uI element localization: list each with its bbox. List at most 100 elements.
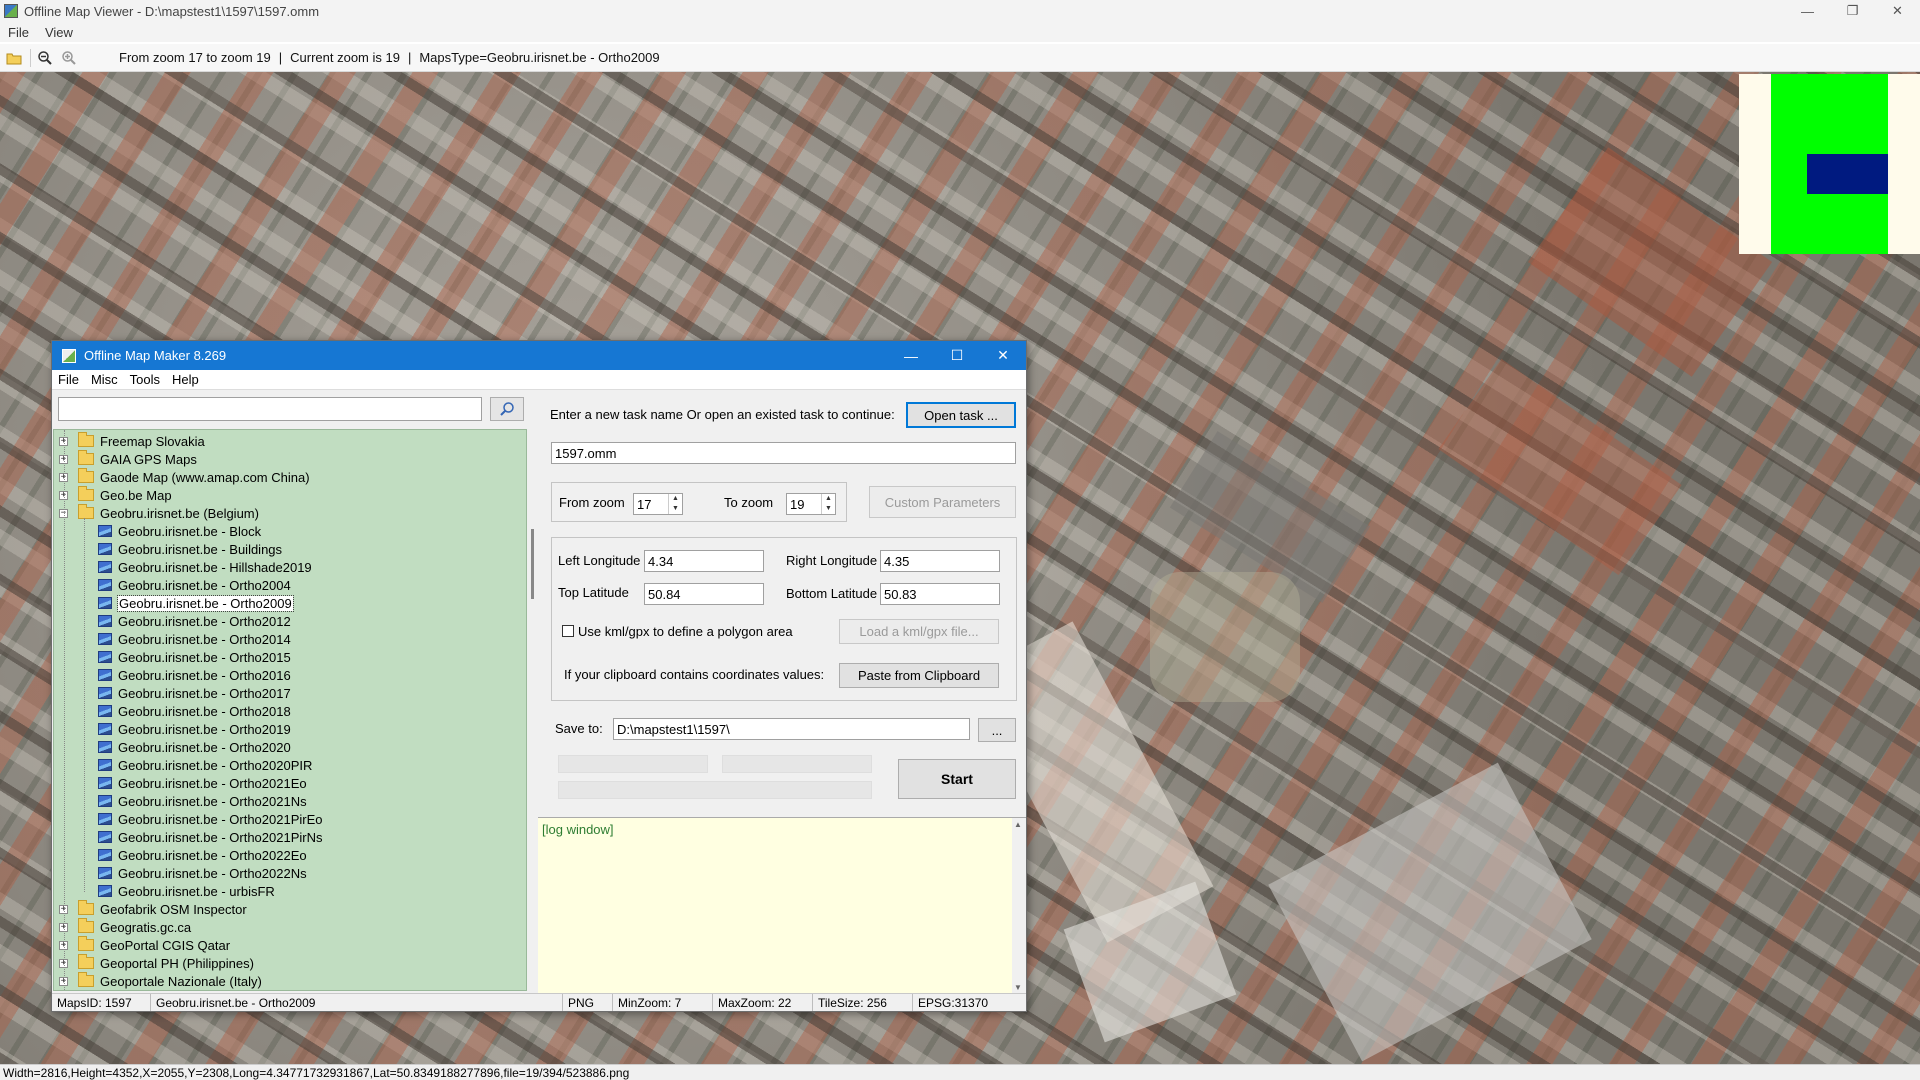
tree-map-item[interactable]: Geobru.irisnet.be - Ortho2009	[98, 594, 294, 612]
open-task-button[interactable]: Open task ...	[906, 402, 1016, 428]
minimize-icon[interactable]: —	[888, 341, 934, 370]
scrollbar-thumb[interactable]	[531, 529, 534, 599]
dialog-title-bar[interactable]: Offline Map Maker 8.269 — ☐ ✕	[52, 341, 1026, 370]
menu-help[interactable]: Help	[166, 372, 205, 387]
tree-folder-item[interactable]: + Geofabrik OSM Inspector	[59, 900, 247, 918]
tree-folder-item[interactable]: + Geo.be Map	[59, 486, 172, 504]
map-source-icon	[98, 885, 112, 897]
app-icon	[4, 4, 18, 18]
tree-connector-line	[64, 430, 65, 990]
folder-icon	[78, 450, 94, 465]
dialog-menu-bar: File Misc Tools Help	[52, 370, 1026, 390]
map-source-icon	[98, 867, 112, 879]
tree-folder-item[interactable]: + Freemap Slovakia	[59, 432, 205, 450]
close-icon[interactable]: ✕	[980, 341, 1026, 370]
zoom-in-icon[interactable]	[59, 48, 79, 68]
menu-tools[interactable]: Tools	[124, 372, 166, 387]
tree-map-item[interactable]: Geobru.irisnet.be - Ortho2004	[98, 576, 291, 594]
load-kml-button[interactable]: Load a kml/gpx file...	[839, 619, 999, 644]
search-input[interactable]	[58, 397, 482, 421]
paste-clipboard-button[interactable]: Paste from Clipboard	[839, 663, 999, 688]
to-zoom-value[interactable]	[787, 494, 821, 514]
map-source-icon	[98, 777, 112, 789]
zoom-out-icon[interactable]	[35, 48, 55, 68]
zoom-range-text: From zoom 17 to zoom 19	[119, 50, 271, 65]
top-latitude-input[interactable]	[644, 583, 764, 605]
log-scrollbar[interactable]: ▲ ▼	[1012, 818, 1026, 994]
map-source-icon	[98, 759, 112, 771]
to-zoom-stepper[interactable]: ▲▼	[786, 493, 836, 515]
from-zoom-value[interactable]	[634, 494, 668, 514]
tree-map-item[interactable]: Geobru.irisnet.be - Ortho2019	[98, 720, 291, 738]
scroll-down-icon[interactable]: ▼	[1014, 983, 1022, 992]
minimap-viewport-indicator[interactable]	[1807, 154, 1888, 194]
tree-map-item[interactable]: Geobru.irisnet.be - Ortho2021Eo	[98, 774, 307, 792]
tree-map-item[interactable]: Geobru.irisnet.be - Ortho2020	[98, 738, 291, 756]
right-longitude-input[interactable]	[880, 550, 1000, 572]
tree-folder-item[interactable]: + Geoportale Nazionale (Italy)	[59, 972, 262, 990]
tree-map-item[interactable]: Geobru.irisnet.be - Ortho2012	[98, 612, 291, 630]
status-maps-id: MapsID: 1597	[52, 994, 151, 1011]
tree-item-label: Gaode Map (www.amap.com China)	[100, 469, 310, 485]
tree-map-item[interactable]: Geobru.irisnet.be - urbisFR	[98, 882, 275, 900]
tree-item-label: Geogratis.gc.ca	[100, 919, 192, 935]
start-button[interactable]: Start	[898, 759, 1016, 799]
map-source-tree[interactable]: + Freemap Slovakia + GAIA GPS Maps + Gaode Ma…	[53, 429, 527, 991]
search-icon	[500, 402, 514, 416]
bottom-latitude-input[interactable]	[880, 583, 1000, 605]
menu-misc[interactable]: Misc	[85, 372, 124, 387]
task-name-input[interactable]	[551, 442, 1016, 464]
folder-icon	[78, 954, 94, 969]
status-map-name: Geobru.irisnet.be - Ortho2009	[151, 994, 563, 1011]
tree-folder-item[interactable]: − Geobru.irisnet.be (Belgium)	[59, 504, 259, 522]
kml-polygon-checkbox[interactable]	[562, 625, 574, 637]
menu-file[interactable]: File	[52, 372, 85, 387]
custom-parameters-button[interactable]: Custom Parameters	[869, 486, 1016, 518]
tree-map-item[interactable]: Geobru.irisnet.be - Ortho2021PirEo	[98, 810, 323, 828]
tree-map-item[interactable]: Geobru.irisnet.be - Ortho2022Ns	[98, 864, 307, 882]
clipboard-hint-label: If your clipboard contains coordinates v…	[564, 667, 825, 682]
restore-icon[interactable]: ❐	[1830, 0, 1875, 22]
tree-map-item[interactable]: Geobru.irisnet.be - Ortho2015	[98, 648, 291, 666]
menu-file[interactable]: File	[0, 25, 37, 40]
tree-map-item[interactable]: Geobru.irisnet.be - Ortho2022Eo	[98, 846, 307, 864]
map-source-icon	[98, 831, 112, 843]
tree-item-label: Geobru.irisnet.be - Ortho2004	[118, 577, 291, 593]
left-longitude-input[interactable]	[644, 550, 764, 572]
tree-map-item[interactable]: Geobru.irisnet.be - Hillshade2019	[98, 558, 312, 576]
save-path-input[interactable]	[613, 718, 970, 740]
spin-up-icon[interactable]: ▲	[822, 494, 835, 504]
minimize-icon[interactable]: —	[1785, 0, 1830, 22]
tree-map-item[interactable]: Geobru.irisnet.be - Ortho2016	[98, 666, 291, 684]
browse-folder-button[interactable]: ...	[978, 718, 1016, 742]
tree-folder-item[interactable]: + GAIA GPS Maps	[59, 450, 197, 468]
tree-folder-item[interactable]: + Geogratis.gc.ca	[59, 918, 191, 936]
tree-map-item[interactable]: Geobru.irisnet.be - Ortho2018	[98, 702, 291, 720]
open-folder-icon[interactable]	[4, 48, 24, 68]
log-window[interactable]: [log window] ▲ ▼	[538, 817, 1026, 994]
map-source-icon	[98, 705, 112, 717]
maximize-icon[interactable]: ☐	[934, 341, 980, 370]
from-zoom-stepper[interactable]: ▲▼	[633, 493, 683, 515]
spin-down-icon[interactable]: ▼	[669, 504, 682, 514]
tree-map-item[interactable]: Geobru.irisnet.be - Ortho2021Ns	[98, 792, 307, 810]
tree-map-item[interactable]: Geobru.irisnet.be - Block	[98, 522, 261, 540]
tree-map-item[interactable]: Geobru.irisnet.be - Buildings	[98, 540, 282, 558]
bottom-latitude-label: Bottom Latitude	[786, 586, 878, 601]
tree-folder-item[interactable]: + Geoportal PH (Philippines)	[59, 954, 254, 972]
scroll-up-icon[interactable]: ▲	[1014, 820, 1022, 829]
search-button[interactable]	[490, 397, 524, 421]
tree-map-item[interactable]: Geobru.irisnet.be - Ortho2021PirNs	[98, 828, 322, 846]
close-icon[interactable]: ✕	[1875, 0, 1920, 22]
tree-folder-item[interactable]: + GeoPortal CGIS Qatar	[59, 936, 230, 954]
menu-view[interactable]: View	[37, 25, 81, 40]
tree-map-item[interactable]: Geobru.irisnet.be - Ortho2020PIR	[98, 756, 312, 774]
spin-down-icon[interactable]: ▼	[822, 504, 835, 514]
tree-map-item[interactable]: Geobru.irisnet.be - Ortho2014	[98, 630, 291, 648]
overview-minimap[interactable]	[1739, 74, 1920, 254]
spin-up-icon[interactable]: ▲	[669, 494, 682, 504]
map-source-icon	[98, 669, 112, 681]
tree-item-label: Geobru.irisnet.be - Ortho2021PirEo	[118, 811, 323, 827]
tree-map-item[interactable]: Geobru.irisnet.be - Ortho2017	[98, 684, 291, 702]
tree-folder-item[interactable]: + Gaode Map (www.amap.com China)	[59, 468, 310, 486]
